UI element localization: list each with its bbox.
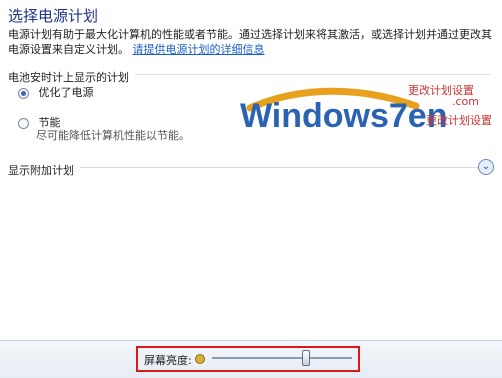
page-title: 选择电源计划 [8, 7, 99, 25]
brightness-slider-thumb[interactable] [302, 350, 310, 366]
battery-plans-group-label: 电池安时计上显示的计划 [8, 71, 135, 84]
plan-option-balanced[interactable]: 优化了电源 [18, 84, 94, 100]
show-additional-plans-label[interactable]: 显示附加计划 [8, 164, 80, 177]
brightness-slider-track[interactable] [212, 357, 352, 359]
chevron-down-icon[interactable]: ⌄ [478, 159, 494, 175]
battery-plans-group-header: 电池安时计上显示的计划 [8, 66, 490, 84]
plan-description-power-saver: 尽可能降低计算机性能以节能。 [36, 129, 190, 142]
watermark-logo-text: Windows7en [240, 97, 448, 135]
radio-button-power-saver[interactable] [18, 117, 29, 129]
radio-button-balanced[interactable] [18, 87, 29, 99]
screen-brightness-control: 屏幕亮度: [136, 346, 360, 372]
screen-brightness-label: 屏幕亮度: [144, 354, 192, 367]
sun-icon [195, 354, 205, 364]
plan-details-link[interactable]: 请提供电源计划的详细信息 [133, 43, 265, 56]
page-intro: 电源计划有助于最大化计算机的性能或者节能。通过选择计划来将其激活，或选择计划并通… [8, 27, 494, 57]
watermark-subtext-2: .com [452, 95, 479, 108]
watermark-subtext-3: 更改计划设置 [426, 114, 492, 127]
plan-label-balanced: 优化了电源 [38, 86, 94, 99]
show-additional-plans[interactable]: 显示附加计划 ⌄ [8, 159, 496, 177]
